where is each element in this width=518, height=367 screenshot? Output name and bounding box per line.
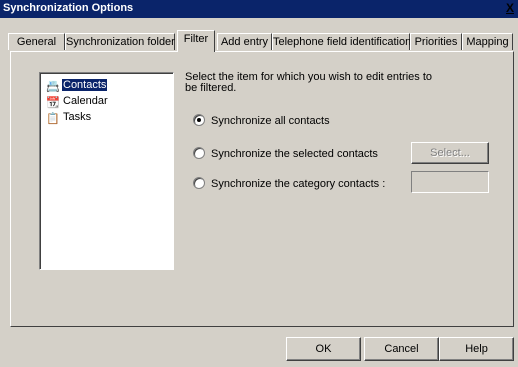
radio-label: Synchronize all contacts bbox=[211, 115, 330, 127]
tasks-icon: 📋 bbox=[46, 113, 60, 125]
radio-synchronize-category[interactable]: Synchronize the category contacts : bbox=[193, 177, 385, 191]
title-bar: Synchronization Options X bbox=[0, 0, 518, 18]
radio-button[interactable] bbox=[193, 147, 205, 159]
list-item-label: Tasks bbox=[63, 111, 92, 123]
tab-general[interactable]: General bbox=[8, 33, 65, 50]
tab-filter[interactable]: Filter bbox=[177, 30, 215, 52]
tab-priorities[interactable]: Priorities bbox=[410, 33, 462, 50]
list-item-label: Contacts bbox=[62, 79, 108, 91]
radio-label: Synchronize the category contacts : bbox=[211, 178, 386, 190]
tab-add-entry[interactable]: Add entry bbox=[217, 33, 272, 50]
tab-mapping[interactable]: Mapping bbox=[462, 33, 513, 50]
filter-panel: 📇 Contacts 📆 Calendar 📋 Tasks Select the it… bbox=[10, 51, 514, 327]
tab-telephone-field-identification[interactable]: Telephone field identification bbox=[272, 33, 411, 50]
filter-instruction: Select the item for which you wish to ed… bbox=[185, 71, 433, 94]
list-item-contacts[interactable]: 📇 Contacts bbox=[46, 78, 108, 93]
help-button[interactable]: Help bbox=[439, 337, 514, 361]
list-item-tasks[interactable]: 📋 Tasks bbox=[46, 110, 92, 125]
list-item-label: Calendar bbox=[63, 95, 108, 107]
cancel-button[interactable]: Cancel bbox=[364, 337, 439, 361]
list-item-calendar[interactable]: 📆 Calendar bbox=[46, 94, 109, 109]
calendar-icon: 📆 bbox=[46, 97, 60, 109]
category-field[interactable] bbox=[411, 171, 489, 193]
radio-button[interactable] bbox=[193, 114, 205, 126]
contacts-icon: 📇 bbox=[46, 81, 60, 93]
radio-synchronize-selected[interactable]: Synchronize the selected contacts bbox=[193, 147, 378, 161]
window-title: Synchronization Options bbox=[3, 2, 134, 14]
radio-label: Synchronize the selected contacts bbox=[211, 148, 378, 160]
close-icon[interactable]: X bbox=[506, 1, 514, 15]
radio-synchronize-all[interactable]: Synchronize all contacts bbox=[193, 114, 330, 128]
radio-button[interactable] bbox=[193, 177, 205, 189]
tab-strip: General Synchronization folder Filter Ad… bbox=[0, 30, 518, 52]
item-list[interactable]: 📇 Contacts 📆 Calendar 📋 Tasks bbox=[39, 72, 174, 270]
select-button[interactable]: Select... bbox=[411, 142, 489, 164]
tab-synchronization-folder[interactable]: Synchronization folder bbox=[65, 33, 175, 50]
active-tab-joint bbox=[178, 51, 214, 53]
ok-button[interactable]: OK bbox=[286, 337, 361, 361]
